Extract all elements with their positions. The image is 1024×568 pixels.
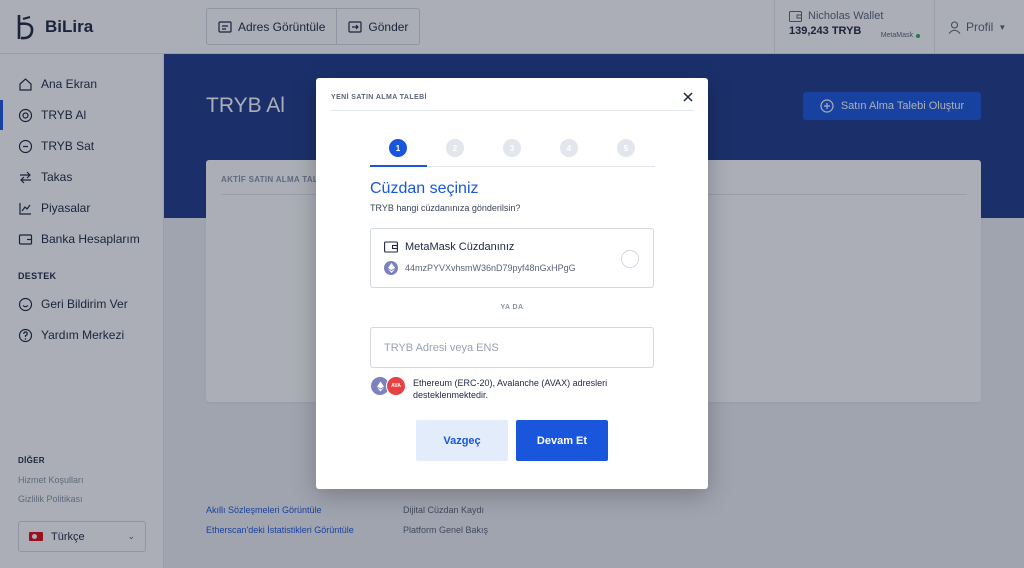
close-icon[interactable] [682,91,694,103]
step-5: 5 [617,139,635,157]
step-indicator: 1 2 3 4 5 [370,137,655,167]
continue-button[interactable]: Devam Et [516,420,608,461]
active-step-underline [370,165,427,167]
modal-title: YENİ SATIN ALMA TALEBİ [331,94,427,101]
purchase-request-modal: YENİ SATIN ALMA TALEBİ 1 2 3 4 5 Cüzdan … [316,78,708,489]
cancel-button[interactable]: Vazgeç [416,420,508,461]
modal-divider [331,110,693,111]
metamask-wallet-option[interactable]: MetaMask Cüzdanınız 44mzPYVXvhsmW36nD79p… [370,228,654,288]
step-3: 3 [503,139,521,157]
wallet-option-name: MetaMask Cüzdanınız [405,241,515,253]
wallet-option-address: 44mzPYVXvhsmW36nD79pyf48nGxHPgG [405,263,576,273]
avalanche-icon: AVA [386,376,406,396]
wallet-radio[interactable] [621,250,639,268]
step-4: 4 [560,139,578,157]
supported-chains-note: AVA Ethereum (ERC-20), Avalanche (AVAX) … [370,376,654,401]
tryb-address-input[interactable] [370,327,654,368]
step-1: 1 [389,139,407,157]
select-wallet-heading: Cüzdan seçiniz [370,180,479,197]
step-2: 2 [446,139,464,157]
supported-chains-text: Ethereum (ERC-20), Avalanche (AVAX) adre… [413,378,608,400]
ethereum-icon [384,261,398,275]
wallet-icon [384,241,398,253]
or-separator: YA DA [500,304,524,311]
select-wallet-subheading: TRYB hangi cüzdanınıza gönderilsin? [370,203,521,213]
